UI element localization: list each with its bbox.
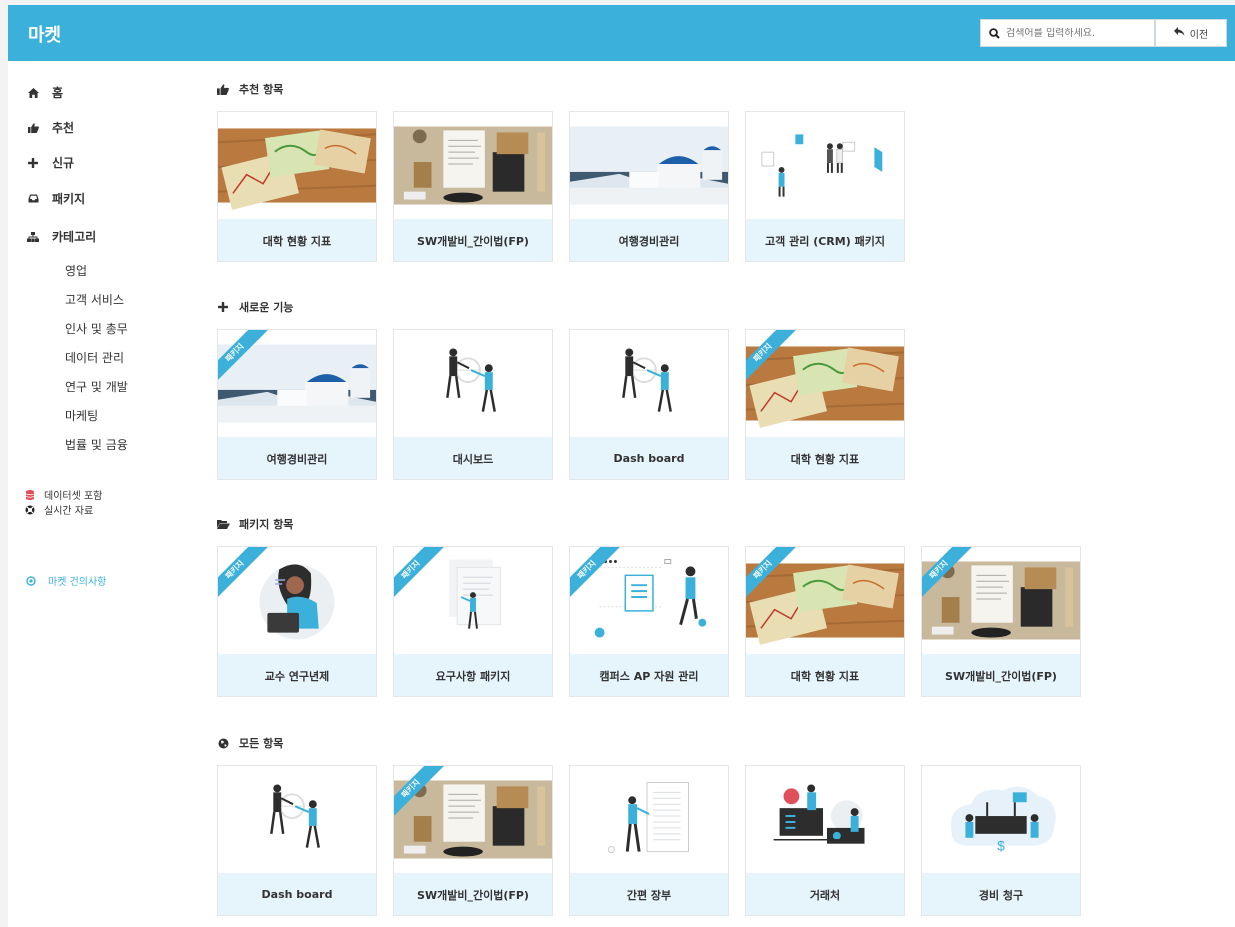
app-title: 마켓 [28, 25, 62, 46]
plus-icon [216, 302, 230, 312]
folder-open-icon [216, 519, 230, 529]
card-package-5[interactable]: SW개발비_간이법(FP) 패키지 [921, 546, 1081, 697]
category-marketing[interactable]: 마케팅 [65, 407, 98, 424]
back-button[interactable]: 이전 [1155, 19, 1227, 47]
card-image [570, 112, 728, 219]
sidebar-item-label: 패키지 [52, 192, 86, 206]
card-package-4[interactable]: 대학 현황 지표 패키지 [745, 546, 905, 697]
category-customer-service[interactable]: 고객 서비스 [65, 291, 124, 308]
card-label: 고객 관리 (CRM) 패키지 [746, 219, 904, 261]
card-label: Dash board [570, 437, 728, 479]
card-label: 요구사항 패키지 [394, 654, 552, 696]
plus-icon [26, 157, 40, 168]
section-title-packages: 패키지 항목 [216, 516, 293, 532]
card-label: 캠퍼스 AP 자원 관리 [570, 654, 728, 696]
circle-dot-icon [26, 575, 36, 586]
card-label: 여행경비관리 [218, 437, 376, 479]
category-sales[interactable]: 영업 [65, 262, 87, 279]
card-package-3[interactable]: 캠퍼스 AP 자원 관리 패키지 [569, 546, 729, 697]
section-title-label: 모든 항목 [239, 737, 284, 750]
back-button-label: 이전 [1189, 29, 1209, 41]
globe-icon [216, 738, 230, 749]
feedback-link[interactable]: 마켓 건의사항 [26, 573, 106, 588]
sidebar-item-label: 홈 [52, 86, 64, 100]
life-ring-icon [24, 505, 36, 515]
card-image [746, 112, 904, 219]
filter-label: 데이터셋 포함 [44, 491, 103, 502]
thumbs-up-icon [216, 83, 230, 95]
sidebar-item-label: 카테고리 [52, 230, 97, 244]
search-icon [989, 24, 1000, 43]
database-icon [24, 489, 36, 500]
card-new-1[interactable]: 여행경비관리 패키지 [217, 329, 377, 480]
reply-arrow-icon [1173, 27, 1185, 39]
sidebar-item-new[interactable]: 신규 [26, 154, 74, 171]
category-legal-finance[interactable]: 법률 및 금융 [65, 436, 128, 453]
filter-label: 실시간 자료 [44, 506, 94, 517]
section-title-label: 추천 항목 [239, 83, 284, 96]
filter-realtime[interactable]: 실시간 자료 [24, 502, 93, 517]
card-image [218, 112, 376, 219]
section-title-recommended: 추천 항목 [216, 81, 283, 97]
search-box[interactable] [980, 19, 1155, 47]
card-image [746, 766, 904, 873]
filter-dataset[interactable]: 데이터셋 포함 [24, 487, 102, 502]
category-research[interactable]: 연구 및 개발 [65, 378, 128, 395]
section-title-new: 새로운 기능 [216, 299, 293, 315]
card-label: 여행경비관리 [570, 219, 728, 261]
card-label: 간편 장부 [570, 873, 728, 915]
sidebar-item-label: 신규 [52, 156, 75, 170]
category-data-management[interactable]: 데이터 관리 [65, 349, 124, 366]
card-recommended-4[interactable]: 고객 관리 (CRM) 패키지 [745, 111, 905, 262]
card-label: 대학 현황 지표 [746, 654, 904, 696]
card-all-5[interactable]: 경비 청구 [921, 765, 1081, 916]
card-new-4[interactable]: 대학 현황 지표 패키지 [745, 329, 905, 480]
inbox-icon [26, 194, 40, 203]
sidebar-item-category[interactable]: 카테고리 [26, 228, 96, 245]
card-label: 경비 청구 [922, 873, 1080, 915]
card-image [218, 766, 376, 873]
card-label: 거래처 [746, 873, 904, 915]
sitemap-icon [26, 231, 40, 242]
card-package-2[interactable]: 요구사항 패키지 패키지 [393, 546, 553, 697]
card-all-3[interactable]: 간편 장부 [569, 765, 729, 916]
sidebar-item-packages[interactable]: 패키지 [26, 190, 85, 207]
card-label: Dash board [218, 873, 376, 915]
card-image [570, 766, 728, 873]
app-frame: 마켓 이전 홈 추천 신규 패키지 [8, 5, 1235, 927]
card-label: 대학 현황 지표 [746, 437, 904, 479]
sidebar-item-label: 추천 [52, 121, 75, 135]
card-label: 교수 연구년제 [218, 654, 376, 696]
card-all-1[interactable]: Dash board [217, 765, 377, 916]
card-label: 대시보드 [394, 437, 552, 479]
top-bar: 마켓 이전 [8, 5, 1235, 61]
card-image [570, 330, 728, 437]
card-recommended-1[interactable]: 대학 현황 지표 [217, 111, 377, 262]
sidebar-item-home[interactable]: 홈 [26, 84, 63, 101]
thumbs-up-icon [26, 122, 40, 133]
sidebar-item-recommended[interactable]: 추천 [26, 119, 74, 136]
feedback-label: 마켓 건의사항 [48, 577, 107, 588]
card-image [394, 330, 552, 437]
category-hr[interactable]: 인사 및 총무 [65, 320, 128, 337]
search-input[interactable] [1006, 27, 1146, 39]
card-all-2[interactable]: SW개발비_간이법(FP) 패키지 [393, 765, 553, 916]
card-image [394, 112, 552, 219]
card-label: SW개발비_간이법(FP) [394, 873, 552, 915]
card-image [922, 766, 1080, 873]
card-new-2[interactable]: 대시보드 [393, 329, 553, 480]
home-icon [26, 87, 40, 98]
section-title-label: 새로운 기능 [239, 301, 294, 314]
card-label: 대학 현황 지표 [218, 219, 376, 261]
card-all-4[interactable]: 거래처 [745, 765, 905, 916]
card-new-3[interactable]: Dash board [569, 329, 729, 480]
section-title-all: 모든 항목 [216, 735, 283, 751]
card-recommended-3[interactable]: 여행경비관리 [569, 111, 729, 262]
card-package-1[interactable]: 교수 연구년제 패키지 [217, 546, 377, 697]
section-title-label: 패키지 항목 [239, 518, 294, 531]
card-recommended-2[interactable]: SW개발비_간이법(FP) [393, 111, 553, 262]
card-label: SW개발비_간이법(FP) [394, 219, 552, 261]
card-label: SW개발비_간이법(FP) [922, 654, 1080, 696]
